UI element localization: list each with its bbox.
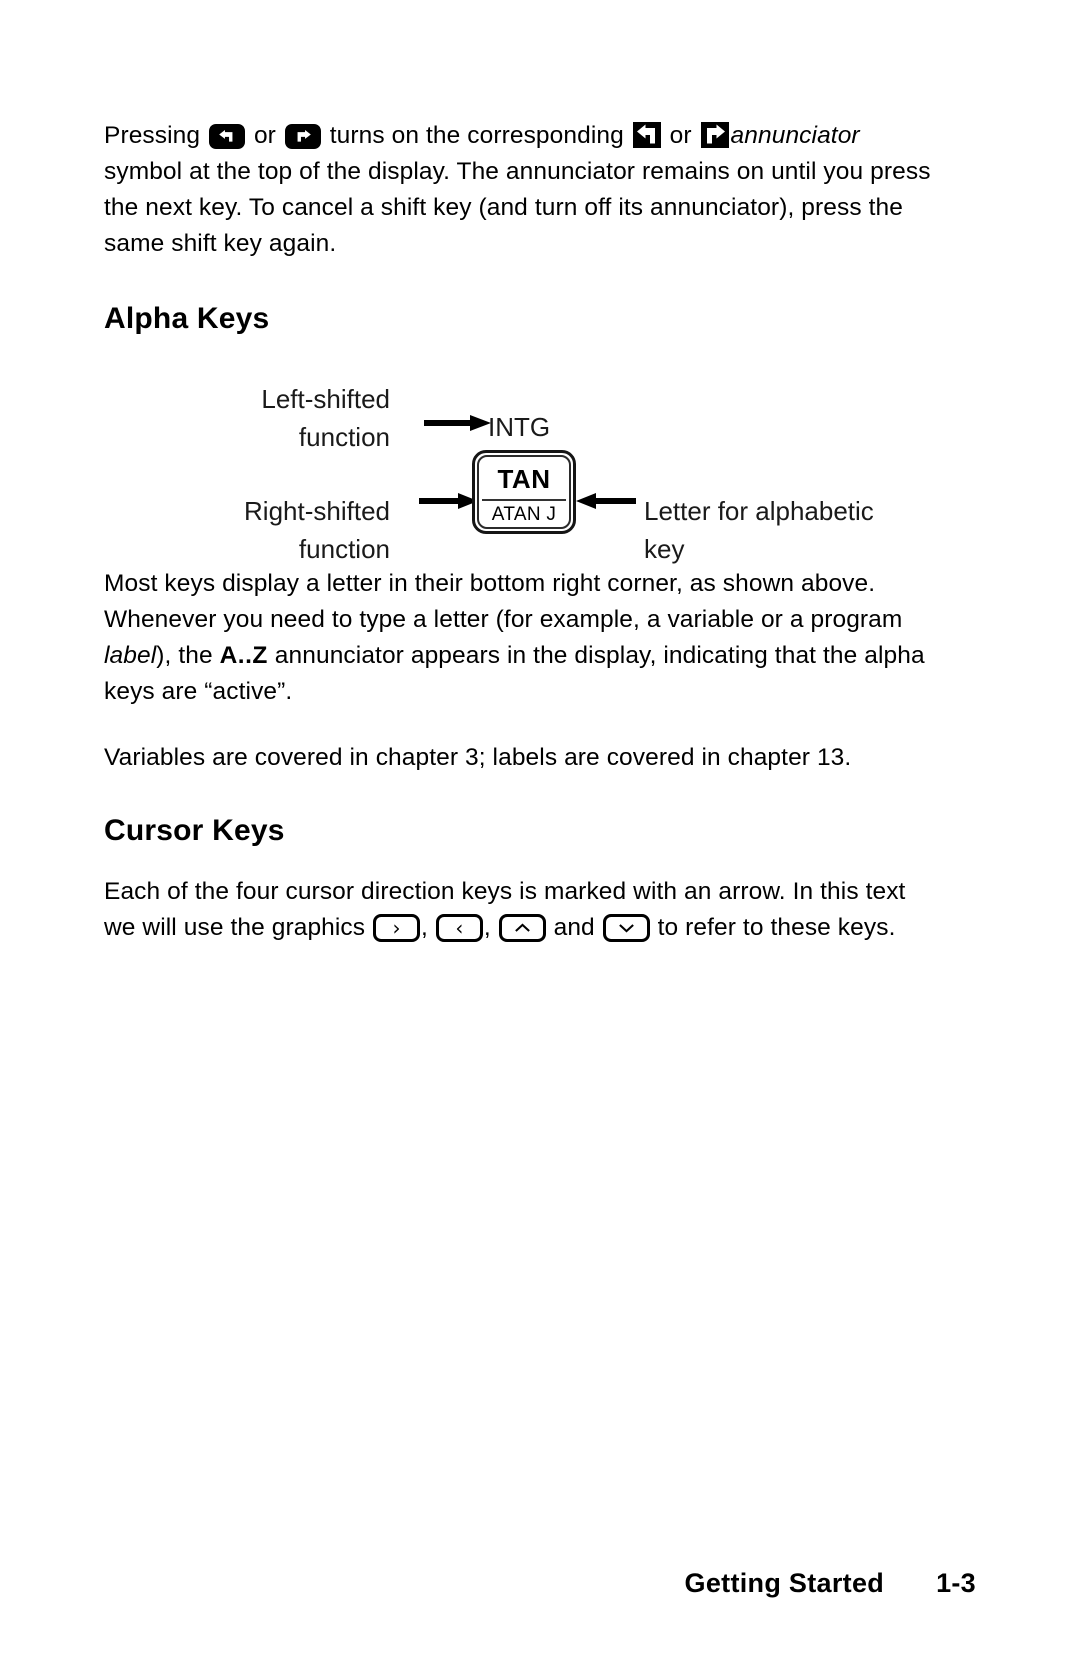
heading-alpha-keys: Alpha Keys [104, 302, 270, 335]
footer-chapter-title: Getting Started [684, 1568, 885, 1598]
figure-label-left-shifted: Left-shifted function [134, 380, 390, 456]
tan-key-face: TAN ATAN J [482, 459, 566, 525]
figure-label-right-shifted-line1: Right-shifted [244, 496, 390, 526]
intro-seg-1: Pressing [104, 122, 208, 149]
cursor-sep-2: , [483, 914, 498, 941]
intro-seg-2: or [247, 122, 283, 149]
alpha-keys-paragraph-2: Variables are covered in chapter 3; labe… [104, 744, 852, 771]
cursor-sep-3: and [546, 914, 602, 941]
figure-label-right-shifted: Right-shifted function [134, 492, 390, 568]
cursor-keys-paragraph: Each of the four cursor direction keys i… [104, 874, 940, 946]
left-shift-annunciator-icon [632, 122, 661, 148]
figure-label-right-shifted-line2: function [298, 534, 390, 564]
cursor-para-b: to refer to these keys. [650, 914, 896, 941]
left-shift-key-icon [209, 124, 246, 149]
cursor-sep-1: , [421, 914, 435, 941]
figure-label-letter-line2: key [644, 534, 685, 564]
label-italic-word: label [104, 642, 157, 669]
annunciator-italic-word: annunciator [730, 122, 860, 149]
tan-key-primary-label: TAN [482, 459, 566, 501]
figure-arrow-to-letter-icon [574, 490, 636, 512]
right-shift-key-icon [284, 124, 321, 149]
figure-label-letter: Letter for alphabetic key [644, 492, 924, 568]
intro-seg-5: symbol at the top of the display. The an… [104, 158, 931, 257]
cursor-left-key-icon: ‹ [435, 914, 483, 942]
tan-key-illustration: TAN ATAN J [472, 450, 576, 534]
cursor-down-key-icon [602, 914, 650, 942]
intro-seg-3: turns on the corresponding [322, 122, 631, 149]
cursor-up-key-icon [498, 914, 546, 942]
cursor-right-key-icon: › [373, 914, 421, 942]
figure-label-left-shifted-line2: function [298, 422, 390, 452]
figure-label-letter-line1: Letter for alphabetic [644, 496, 874, 526]
intro-seg-4: or [662, 122, 699, 149]
heading-cursor-keys: Cursor Keys [104, 814, 285, 847]
tan-key-secondary-label: ATAN J [491, 504, 557, 525]
alpha-key-figure: Left-shifted function Right-shifted func… [104, 368, 940, 588]
alpha-para-b: ), the [156, 642, 220, 669]
figure-label-intg: INTG [488, 412, 551, 442]
manual-page: Pressing or turns on the corresponding o… [0, 0, 1080, 1673]
figure-arrow-to-atan-icon [419, 490, 479, 512]
intro-paragraph: Pressing or turns on the corresponding o… [104, 118, 940, 262]
right-shift-annunciator-icon [700, 122, 729, 148]
footer-page-number: 1-3 [936, 1568, 976, 1598]
page-footer: Getting Started 1-3 [104, 1568, 976, 1599]
figure-label-left-shifted-line1: Left-shifted [261, 384, 390, 414]
a-to-z-annunciator-label: A..Z [219, 642, 268, 669]
figure-arrow-to-intg-icon [424, 412, 492, 434]
